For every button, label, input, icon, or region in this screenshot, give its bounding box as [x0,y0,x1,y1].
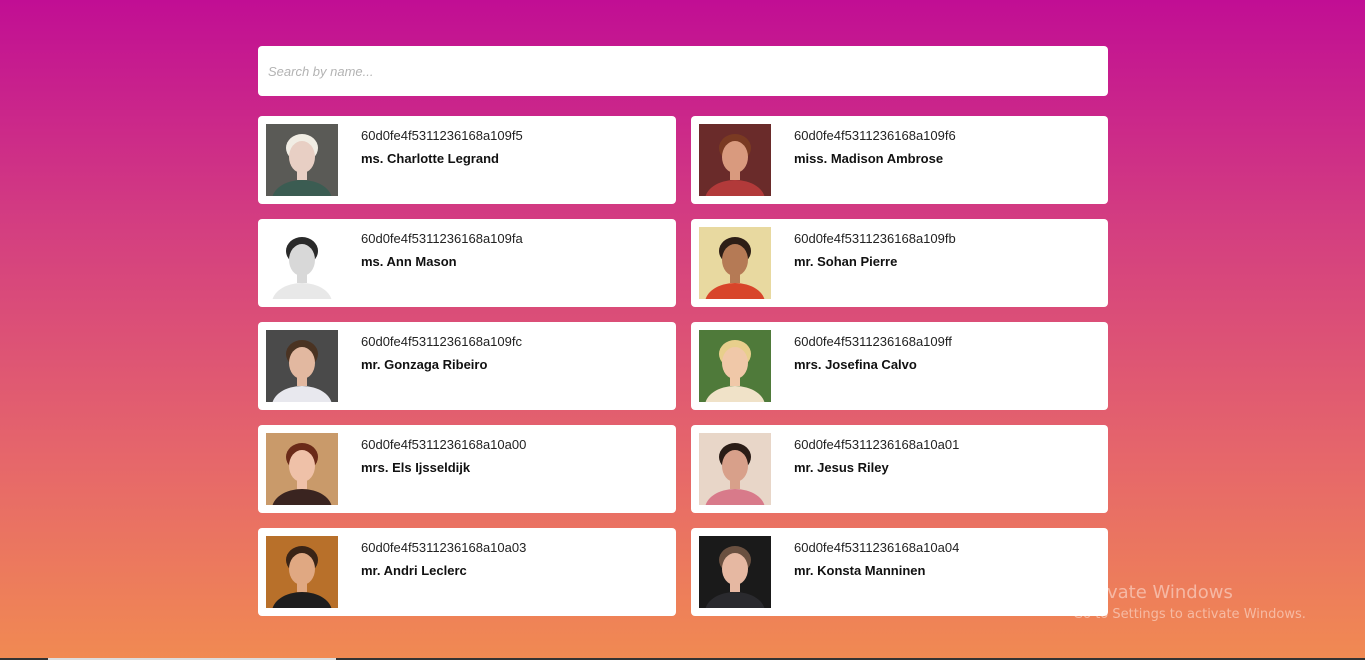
avatar [266,536,338,608]
user-card[interactable]: 60d0fe4f5311236168a109fa ms. Ann Mason [258,219,676,307]
user-id: 60d0fe4f5311236168a10a03 [361,540,527,555]
avatar-photo [699,227,771,299]
user-name: miss. Madison Ambrose [794,151,944,166]
user-name: ms. Charlotte Legrand [361,151,499,166]
user-card[interactable]: 60d0fe4f5311236168a109fc mr. Gonzaga Rib… [258,322,676,410]
search-input[interactable] [258,46,1108,96]
main-container: 60d0fe4f5311236168a109f5 ms. Charlotte L… [258,46,1108,616]
user-id: 60d0fe4f5311236168a109fa [361,231,523,246]
watermark-title: Activate Windows [1073,582,1233,603]
user-id: 60d0fe4f5311236168a10a04 [794,540,960,555]
avatar-photo [266,330,338,402]
avatar [699,227,771,299]
user-card[interactable]: 60d0fe4f5311236168a109f6 miss. Madison A… [691,116,1108,204]
user-card[interactable]: 60d0fe4f5311236168a10a00 mrs. Els Ijssel… [258,425,676,513]
user-card[interactable]: 60d0fe4f5311236168a10a03 mr. Andri Lecle… [258,528,676,616]
user-name: mr. Sohan Pierre [794,254,898,269]
user-id: 60d0fe4f5311236168a10a00 [361,437,527,452]
avatar-photo [699,124,771,196]
avatar [699,536,771,608]
user-name: mr. Jesus Riley [794,460,889,475]
user-name: mrs. Josefina Calvo [794,357,917,372]
avatar-photo [266,227,338,299]
avatar-photo [266,536,338,608]
avatar [699,330,771,402]
user-id: 60d0fe4f5311236168a10a01 [794,437,960,452]
avatar [266,227,338,299]
user-id: 60d0fe4f5311236168a109ff [794,334,952,349]
avatar-photo [266,124,338,196]
user-grid: 60d0fe4f5311236168a109f5 ms. Charlotte L… [258,116,1108,616]
avatar [266,330,338,402]
user-card[interactable]: 60d0fe4f5311236168a10a04 mr. Konsta Mann… [691,528,1108,616]
user-name: mrs. Els Ijsseldijk [361,460,471,475]
user-name: ms. Ann Mason [361,254,457,269]
avatar-photo [699,330,771,402]
user-card[interactable]: 60d0fe4f5311236168a109fb mr. Sohan Pierr… [691,219,1108,307]
avatar [266,124,338,196]
user-id: 60d0fe4f5311236168a109fb [794,231,956,246]
user-id: 60d0fe4f5311236168a109fc [361,334,522,349]
avatar [699,124,771,196]
avatar-photo [266,433,338,505]
avatar [699,433,771,505]
user-id: 60d0fe4f5311236168a109f6 [794,128,956,143]
watermark-subtitle: Go to Settings to activate Windows. [1073,607,1306,622]
user-name: mr. Andri Leclerc [361,563,467,578]
avatar-photo [699,536,771,608]
user-card[interactable]: 60d0fe4f5311236168a109ff mrs. Josefina C… [691,322,1108,410]
user-id: 60d0fe4f5311236168a109f5 [361,128,523,143]
user-card[interactable]: 60d0fe4f5311236168a109f5 ms. Charlotte L… [258,116,676,204]
avatar [266,433,338,505]
user-card[interactable]: 60d0fe4f5311236168a10a01 mr. Jesus Riley [691,425,1108,513]
user-name: mr. Gonzaga Ribeiro [361,357,488,372]
user-name: mr. Konsta Manninen [794,563,926,578]
avatar-photo [699,433,771,505]
activate-windows-watermark: Activate Windows Go to Settings to activ… [1073,582,1306,622]
